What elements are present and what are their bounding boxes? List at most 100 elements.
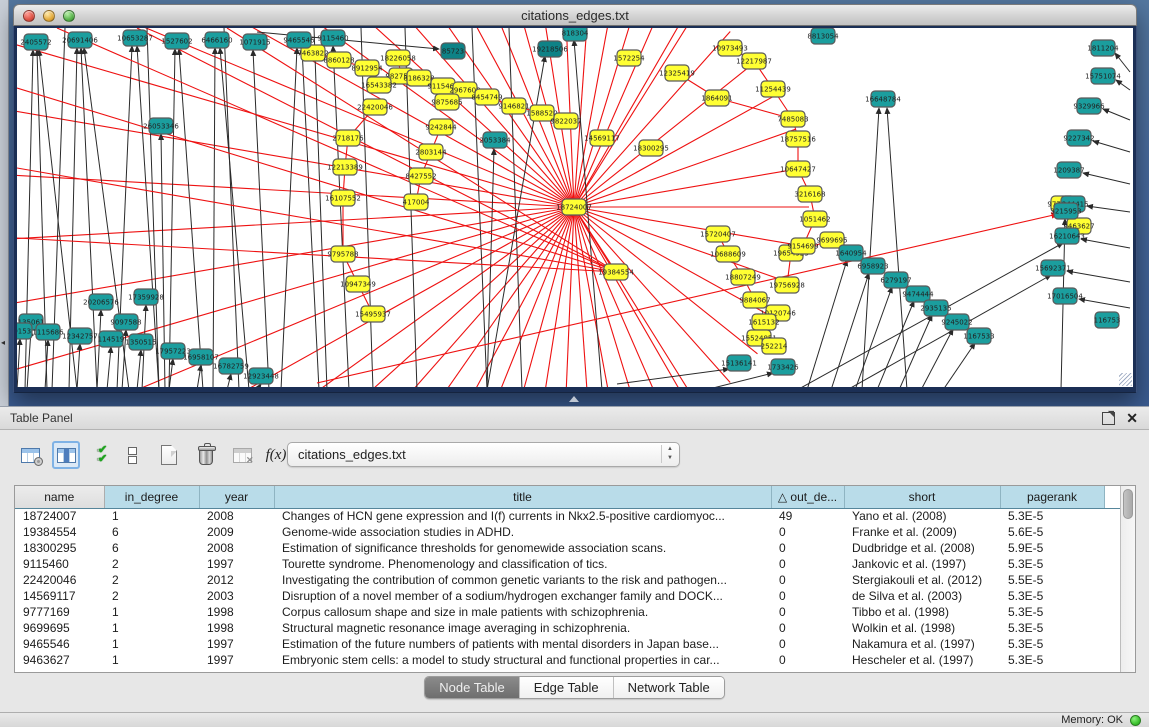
black-edge[interactable] — [333, 46, 349, 387]
table-cell[interactable]: 1 — [104, 620, 199, 636]
table-cell[interactable]: 2003 — [199, 588, 274, 604]
table-cell[interactable]: 1 — [104, 508, 199, 524]
table-row[interactable]: 946554611997Estimation of the future num… — [15, 636, 1120, 652]
vertical-scrollbar[interactable] — [1120, 486, 1135, 672]
table-cell[interactable]: 5.3E-5 — [1000, 652, 1104, 668]
panel-collapse-arrow-icon[interactable]: ◂ — [1, 338, 5, 347]
black-edge[interactable] — [1103, 109, 1130, 120]
table-cell[interactable]: Tibbo et al. (1998) — [844, 604, 1000, 620]
table-cell[interactable]: Nakamura et al. (1997) — [844, 636, 1000, 652]
black-edge[interactable] — [862, 108, 879, 387]
table-cell[interactable]: 9465546 — [15, 636, 104, 652]
table-cell[interactable]: 1998 — [199, 604, 274, 620]
table-cell[interactable]: 2008 — [199, 540, 274, 556]
network-window[interactable]: citations_edges.txt 74638228860128891295… — [13, 4, 1137, 393]
table-row[interactable]: 1872400712008Changes of HCN gene express… — [15, 508, 1120, 524]
table-cell[interactable]: 2009 — [199, 524, 274, 540]
table-cell[interactable]: Hescheler et al. (1997) — [844, 652, 1000, 668]
black-edge[interactable] — [509, 28, 522, 387]
create-table-button[interactable] — [155, 441, 183, 469]
column-header-out_de[interactable]: △ out_de... — [771, 486, 844, 508]
table-cell[interactable]: 0 — [771, 588, 844, 604]
table-cell[interactable]: Wolkin et al. (1998) — [844, 620, 1000, 636]
table-cell[interactable]: 0 — [771, 556, 844, 572]
table-cell[interactable]: 5.3E-5 — [1000, 556, 1104, 572]
black-edge[interactable] — [1067, 271, 1130, 282]
table-cell[interactable]: 19384554 — [15, 524, 104, 540]
table-cell[interactable]: Estimation of significance thresholds fo… — [274, 540, 771, 556]
black-edge[interactable] — [617, 369, 729, 384]
table-row[interactable]: 2242004622012Investigating the contribut… — [15, 572, 1120, 588]
table-cell[interactable]: 5.3E-5 — [1000, 588, 1104, 604]
table-cell[interactable]: 2 — [104, 572, 199, 588]
table-cell[interactable]: 5.3E-5 — [1000, 636, 1104, 652]
table-cell[interactable]: 9777169 — [15, 604, 104, 620]
collapsed-west-panel[interactable]: ◂ — [0, 0, 9, 406]
table-cell[interactable]: 1 — [104, 604, 199, 620]
black-edge[interactable] — [281, 48, 297, 387]
table-cell[interactable]: 1997 — [199, 556, 274, 572]
black-edge[interactable] — [17, 339, 20, 387]
table-settings-button[interactable] — [16, 441, 44, 469]
black-edge[interactable] — [253, 50, 269, 387]
table-cell[interactable]: Disruption of a novel member of a sodium… — [274, 588, 771, 604]
table-cell[interactable]: 2 — [104, 556, 199, 572]
table-cell[interactable]: 0 — [771, 652, 844, 668]
table-cell[interactable]: 0 — [771, 604, 844, 620]
table-cell[interactable]: 49 — [771, 508, 844, 524]
table-cell[interactable]: 6 — [104, 524, 199, 540]
black-edge[interactable] — [97, 310, 101, 387]
table-cell[interactable]: 5.3E-5 — [1000, 620, 1104, 636]
scrollbar-thumb[interactable] — [1123, 489, 1133, 519]
black-edge[interactable] — [1083, 173, 1130, 184]
table-row[interactable]: 977716911998Corpus callosum shape and si… — [15, 604, 1120, 620]
table-cell[interactable]: 9699695 — [15, 620, 104, 636]
table-cell[interactable]: 0 — [771, 636, 844, 652]
table-cell[interactable]: 5.3E-5 — [1000, 604, 1104, 620]
table-cell[interactable]: 2 — [104, 588, 199, 604]
table-panel-header[interactable]: Table Panel ✕ — [0, 406, 1149, 430]
network-window-titlebar[interactable]: citations_edges.txt — [13, 4, 1137, 26]
table-cell[interactable]: 0 — [771, 524, 844, 540]
table-cell[interactable]: 22420046 — [15, 572, 104, 588]
column-header-in_degree[interactable]: in_degree — [104, 486, 199, 508]
table-cell[interactable]: 0 — [771, 540, 844, 556]
table-cell[interactable]: Tourette syndrome. Phenomenology and cla… — [274, 556, 771, 572]
column-header-year[interactable]: year — [199, 486, 274, 508]
black-edge[interactable] — [220, 48, 249, 387]
column-header-pagerank[interactable]: pagerank — [1000, 486, 1104, 508]
column-header-short[interactable]: short — [844, 486, 1000, 508]
table-header-row[interactable]: namein_degreeyeartitle△ out_de...shortpa… — [15, 486, 1120, 508]
table-cell[interactable]: Genome-wide association studies in ADHD. — [274, 524, 771, 540]
red-edge[interactable] — [574, 31, 730, 207]
black-edge[interactable] — [887, 108, 907, 387]
node-table[interactable]: namein_degreeyeartitle△ out_de...shortpa… — [15, 486, 1120, 668]
table-cell[interactable]: 5.5E-5 — [1000, 572, 1104, 588]
black-edge[interactable] — [197, 365, 201, 387]
table-cell[interactable]: Dudbridge et al. (2008) — [844, 540, 1000, 556]
black-edge[interactable] — [855, 287, 892, 387]
red-edge[interactable] — [574, 207, 699, 387]
table-cell[interactable]: 1997 — [199, 636, 274, 652]
black-edge[interactable] — [847, 275, 1051, 387]
table-cell[interactable]: Stergiakouli et al. (2012) — [844, 572, 1000, 588]
split-pane-handle[interactable] — [569, 396, 579, 402]
black-edge[interactable] — [1087, 206, 1130, 212]
table-cell[interactable]: de Silva et al. (2003) — [844, 588, 1000, 604]
table-cell[interactable]: Estimation of the future numbers of pati… — [274, 636, 771, 652]
tab-node-table[interactable]: Node Table — [425, 677, 520, 698]
citation-network-graph[interactable]: 7463822886012889129541822605898275081654… — [17, 28, 1133, 387]
tab-network-table[interactable]: Network Table — [614, 677, 724, 698]
table-row[interactable]: 946362711997Embryonic stem cells: a mode… — [15, 652, 1120, 668]
table-cell[interactable]: 5.6E-5 — [1000, 524, 1104, 540]
table-cell[interactable]: 0 — [771, 572, 844, 588]
table-cell[interactable]: 2008 — [199, 508, 274, 524]
close-panel-icon[interactable]: ✕ — [1126, 410, 1138, 426]
delete-table-button[interactable] — [192, 441, 220, 469]
row-height-button[interactable] — [118, 441, 146, 469]
float-panel-icon[interactable] — [1102, 412, 1115, 425]
table-row[interactable]: 911546021997Tourette syndrome. Phenomeno… — [15, 556, 1120, 572]
black-edge[interactable] — [943, 343, 975, 387]
column-header-title[interactable]: title — [274, 486, 771, 508]
black-edge[interactable] — [179, 49, 203, 387]
